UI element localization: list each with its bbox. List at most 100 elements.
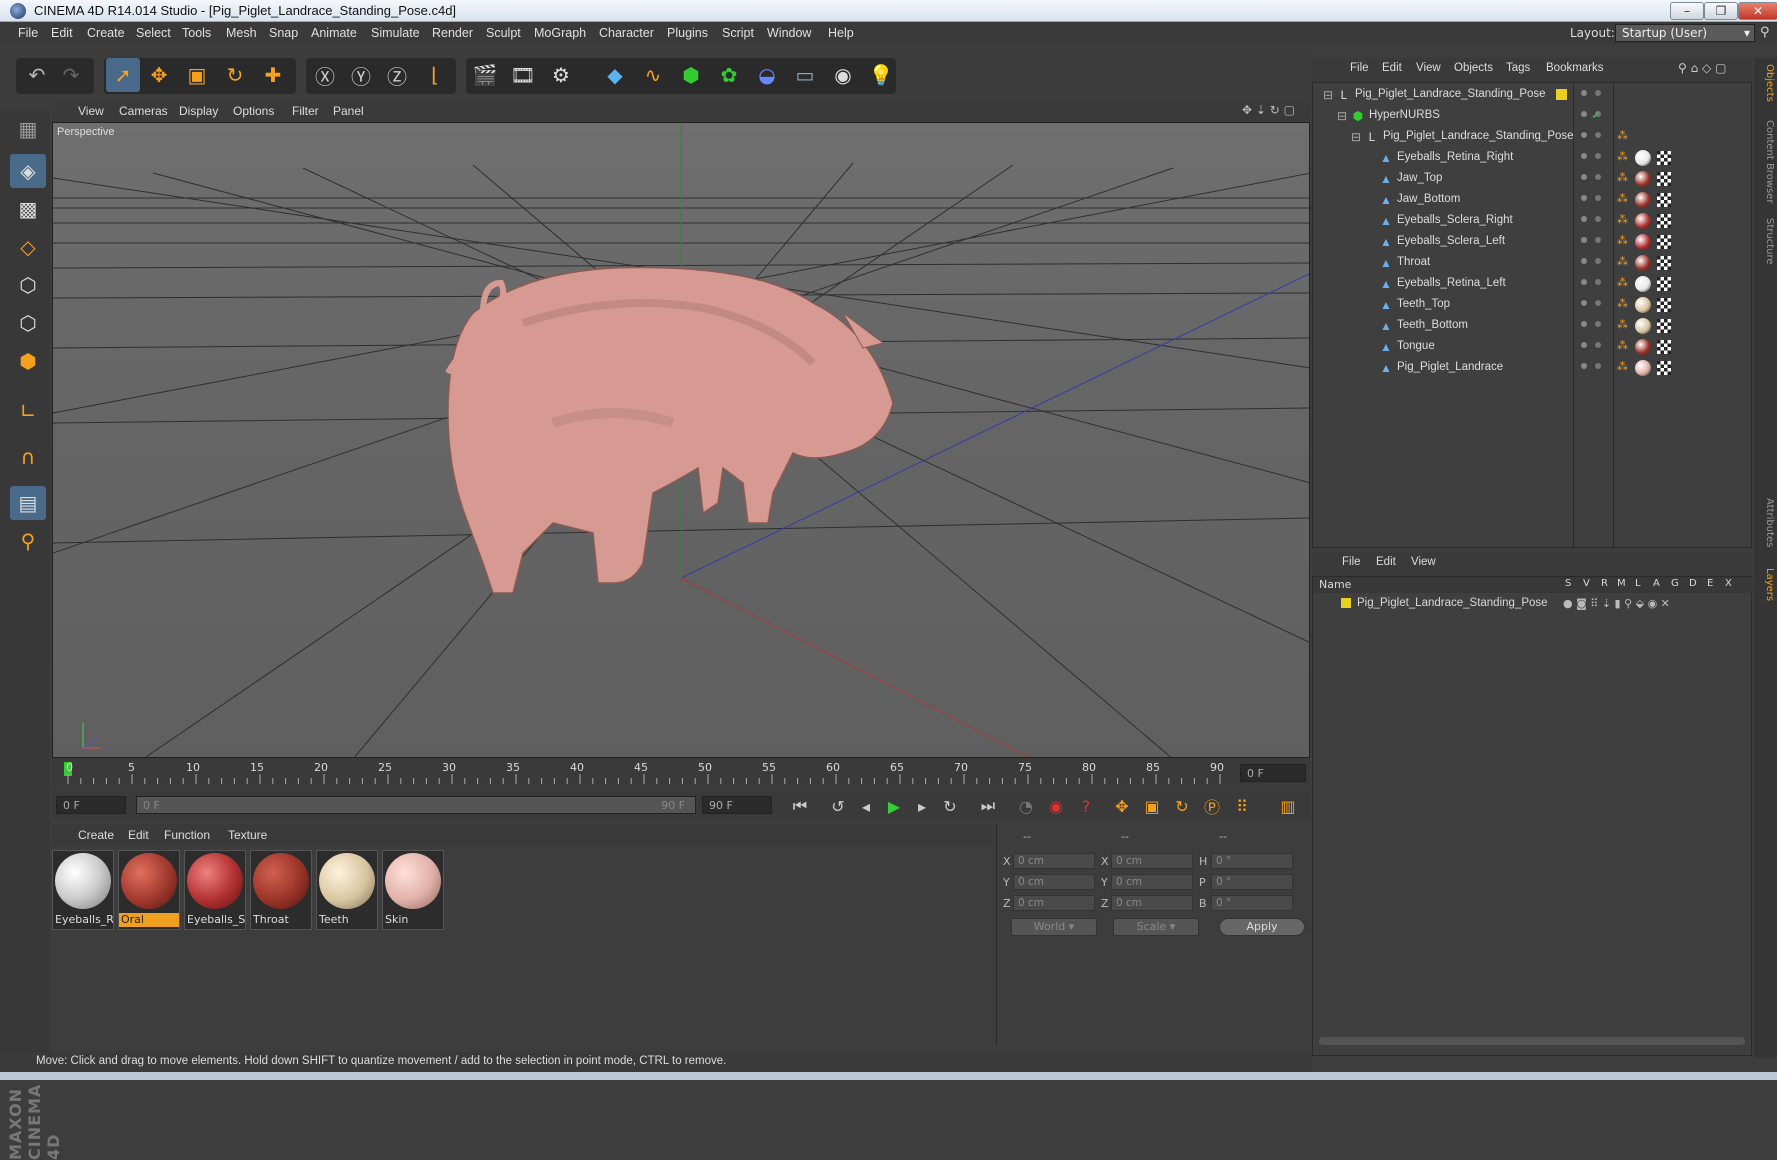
uvw-tag-icon[interactable] — [1657, 214, 1671, 228]
editor-visibility-dot[interactable] — [1581, 153, 1587, 159]
object-row[interactable]: ▲ Jaw_Bottom ⁂ — [1313, 190, 1753, 211]
render-view-icon[interactable]: 🎬 — [468, 58, 502, 92]
phong-tag-icon[interactable]: ⁂ — [1617, 360, 1628, 373]
scale-icon[interactable]: ▣ — [180, 58, 214, 92]
viewport-menu-display[interactable]: Display — [179, 104, 218, 118]
spline-icon[interactable]: ∿ — [636, 58, 670, 92]
menu-script[interactable]: Script — [722, 26, 754, 40]
object-row[interactable]: ⊟ L Pig_Piglet_Landrace_Standing_Pose ⁂ — [1313, 127, 1753, 148]
editor-visibility-dot[interactable] — [1581, 258, 1587, 264]
editor-visibility-dot[interactable] — [1581, 132, 1587, 138]
material-tag-icon[interactable] — [1635, 255, 1651, 271]
tab-objects[interactable]: Objects — [1757, 64, 1775, 102]
layer-color-swatch[interactable] — [1556, 89, 1567, 100]
go-to-start-icon[interactable]: ⏮ — [786, 795, 814, 817]
frame-range-slider[interactable]: 0 F 90 F — [136, 796, 696, 814]
om-menu-tags[interactable]: Tags — [1506, 62, 1530, 74]
model-mode-icon[interactable]: ▦ — [10, 112, 46, 146]
expand-toggle-icon[interactable]: ⊟ — [1349, 130, 1363, 144]
uvw-tag-icon[interactable] — [1657, 277, 1671, 291]
move-icon[interactable]: ✥ — [142, 58, 176, 92]
autokey-icon[interactable]: ? — [1072, 795, 1100, 817]
uvw-tag-icon[interactable] — [1657, 361, 1671, 375]
phong-tag-icon[interactable]: ⁂ — [1617, 192, 1628, 205]
object-name[interactable]: Pig_Piglet_Landrace_Standing_Pose — [1355, 88, 1546, 100]
lm-menu-view[interactable]: View — [1411, 556, 1436, 568]
polygons-mode-icon[interactable]: ⬢ — [10, 344, 46, 378]
expand-toggle-icon[interactable]: ⊟ — [1335, 109, 1349, 123]
phong-tag-icon[interactable]: ⁂ — [1617, 150, 1628, 163]
render-visibility-dot[interactable] — [1595, 321, 1601, 327]
mat-menu-function[interactable]: Function — [164, 828, 210, 842]
object-name[interactable]: Throat — [1397, 256, 1430, 268]
uvw-tag-icon[interactable] — [1657, 193, 1671, 207]
om-menu-edit[interactable]: Edit — [1382, 62, 1402, 74]
size-mode-dropdown[interactable]: Scale ▾ — [1113, 918, 1199, 936]
object-row[interactable]: ▲ Throat ⁂ — [1313, 253, 1753, 274]
editor-visibility-dot[interactable] — [1581, 216, 1587, 222]
enabled-check-icon[interactable]: ✓ — [1591, 108, 1601, 122]
object-name[interactable]: Teeth_Bottom — [1397, 319, 1468, 331]
object-name[interactable]: Eyeballs_Sclera_Right — [1397, 214, 1513, 226]
phong-tag-icon[interactable]: ⁂ — [1617, 129, 1628, 142]
editor-visibility-dot[interactable] — [1581, 237, 1587, 243]
expand-toggle-icon[interactable] — [1363, 361, 1377, 375]
timeline-ruler[interactable]: 0 5 10 15 20 25 30 35 40 45 50 55 60 65 … — [52, 758, 1310, 788]
object-name[interactable]: Pig_Piglet_Landrace_Standing_Pose — [1383, 130, 1574, 142]
material-swatch[interactable]: Oral — [118, 850, 180, 930]
workplane-icon[interactable]: ◇ — [10, 230, 46, 264]
menu-animate[interactable]: Animate — [311, 26, 357, 40]
editor-visibility-dot[interactable] — [1581, 363, 1587, 369]
editor-visibility-dot[interactable] — [1581, 300, 1587, 306]
render-visibility-dot[interactable] — [1595, 153, 1601, 159]
next-frame-icon[interactable]: ▸ — [908, 795, 936, 817]
light-icon[interactable]: 💡 — [864, 58, 898, 92]
menu-window[interactable]: Window — [767, 26, 811, 40]
col-expressions[interactable]: E — [1707, 578, 1713, 589]
y-axis-lock-icon[interactable]: Ⓨ — [344, 58, 378, 92]
col-generators[interactable]: G — [1671, 578, 1679, 589]
expand-toggle-icon[interactable] — [1363, 214, 1377, 228]
minimize-button[interactable]: – — [1670, 2, 1704, 20]
expand-toggle-icon[interactable] — [1363, 340, 1377, 354]
editor-visibility-dot[interactable] — [1581, 174, 1587, 180]
render-visibility-dot[interactable] — [1595, 279, 1601, 285]
col-render[interactable]: R — [1601, 578, 1608, 589]
position-y-field[interactable]: 0 cm — [1013, 874, 1095, 890]
material-tag-icon[interactable] — [1635, 192, 1651, 208]
layer-toggle-icons[interactable]: ● ◙ ⠿ ⇣ ▮ ⚲ ⬙ ◉ ✕ — [1563, 597, 1670, 610]
menu-character[interactable]: Character — [599, 26, 654, 40]
object-row[interactable]: ▲ Eyeballs_Retina_Left ⁂ — [1313, 274, 1753, 295]
redo-icon[interactable]: ↷ — [54, 58, 88, 92]
col-manager[interactable]: M — [1617, 578, 1626, 589]
play-icon[interactable]: ▶ — [880, 795, 908, 817]
loop-icon[interactable]: ↻ — [936, 795, 964, 817]
object-row[interactable]: ▲ Teeth_Top ⁂ — [1313, 295, 1753, 316]
apply-button[interactable]: Apply — [1219, 918, 1305, 936]
lm-menu-edit[interactable]: Edit — [1376, 556, 1396, 568]
mograph-cloner-icon[interactable]: ✿ — [712, 58, 746, 92]
material-tag-icon[interactable] — [1635, 171, 1651, 187]
axis-mode-icon[interactable]: ∟ — [10, 394, 46, 428]
render-settings-icon[interactable]: ⚙ — [544, 58, 578, 92]
render-visibility-dot[interactable] — [1595, 258, 1601, 264]
current-frame-field[interactable]: 0 F — [1240, 764, 1306, 782]
phong-tag-icon[interactable]: ⁂ — [1617, 276, 1628, 289]
create-object-icon[interactable]: ✚ — [256, 58, 290, 92]
phong-tag-icon[interactable]: ⁂ — [1617, 234, 1628, 247]
render-visibility-dot[interactable] — [1595, 300, 1601, 306]
object-name[interactable]: Eyeballs_Sclera_Left — [1397, 235, 1505, 247]
material-swatch[interactable]: Skin — [382, 850, 444, 930]
object-row[interactable]: ⊟ ⬢ HyperNURBS ✓ — [1313, 106, 1753, 127]
rotate-icon[interactable]: ↻ — [218, 58, 252, 92]
object-mode-icon[interactable]: ◈ — [10, 154, 46, 188]
editor-visibility-dot[interactable] — [1581, 90, 1587, 96]
pig-model[interactable] — [445, 266, 894, 594]
material-tag-icon[interactable] — [1635, 276, 1651, 292]
uvw-tag-icon[interactable] — [1657, 172, 1671, 186]
col-animation[interactable]: A — [1653, 578, 1660, 589]
render-visibility-dot[interactable] — [1595, 174, 1601, 180]
material-swatch[interactable]: Eyeballs_Re — [52, 850, 114, 930]
key-scale-icon[interactable]: ▣ — [1138, 795, 1166, 817]
deformer-icon[interactable]: ◒ — [750, 58, 784, 92]
